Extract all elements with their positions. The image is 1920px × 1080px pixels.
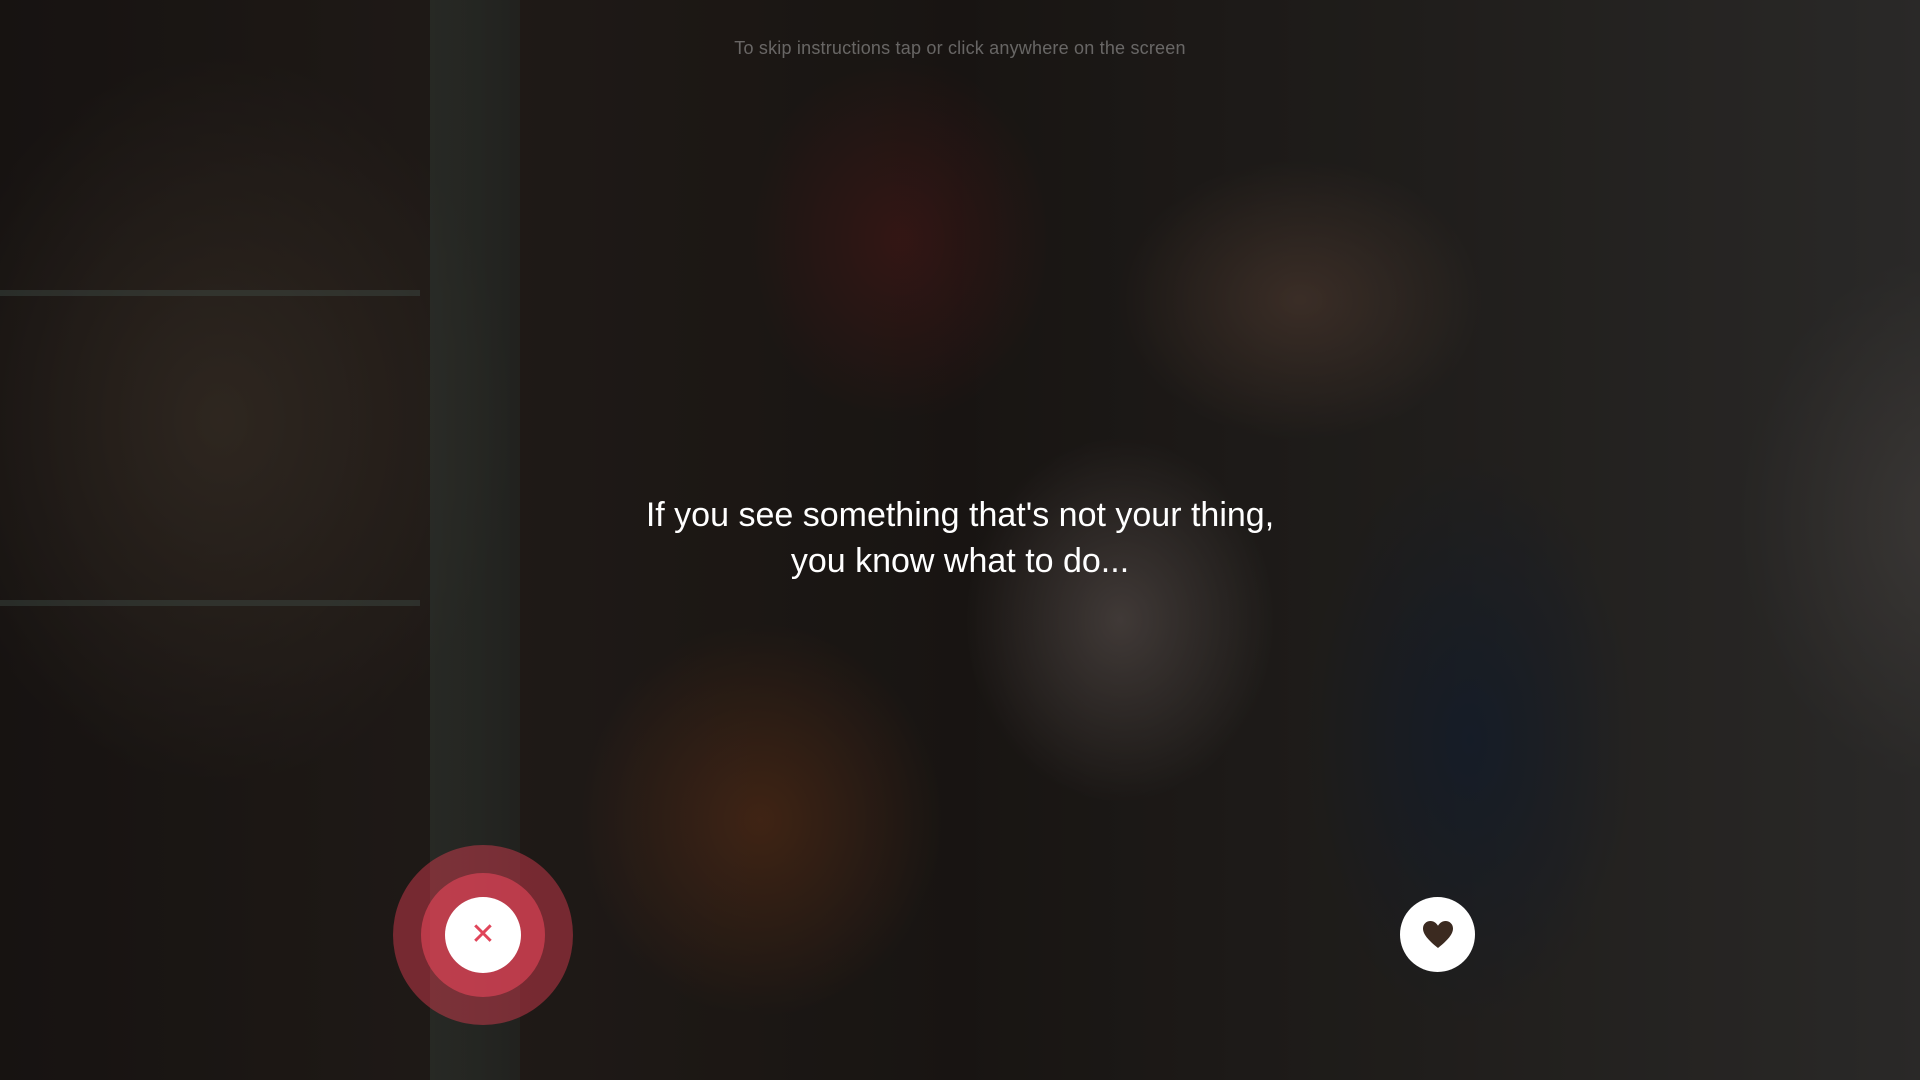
reject-pulse-highlight: ✕	[393, 845, 573, 1025]
close-icon: ✕	[470, 917, 496, 952]
onboarding-screen[interactable]: To skip instructions tap or click anywhe…	[0, 0, 1920, 1080]
reject-button[interactable]: ✕	[445, 897, 521, 973]
skip-instructions-hint: To skip instructions tap or click anywhe…	[734, 38, 1186, 58]
instruction-text: If you see something that's not your thi…	[0, 492, 1920, 584]
heart-icon	[1422, 920, 1453, 948]
instruction-line-1: If you see something that's not your thi…	[645, 496, 1275, 534]
like-button[interactable]	[1400, 897, 1475, 972]
instruction-line-2: you know what to do...	[790, 542, 1130, 580]
